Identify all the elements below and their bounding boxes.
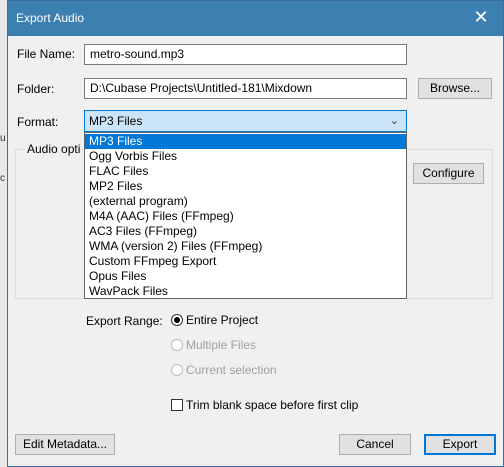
- entire-project-radio[interactable]: [171, 314, 183, 326]
- format-select[interactable]: MP3 Files ⌄: [84, 110, 407, 132]
- format-selected-value: MP3 Files: [89, 114, 143, 128]
- format-option[interactable]: Ogg Vorbis Files: [85, 149, 406, 164]
- edit-metadata-button[interactable]: Edit Metadata...: [15, 434, 115, 455]
- format-option[interactable]: MP2 Files: [85, 179, 406, 194]
- background-app-strip: u c: [0, 0, 7, 467]
- multiple-files-radio[interactable]: [171, 339, 183, 351]
- format-option[interactable]: Custom FFmpeg Export: [85, 254, 406, 269]
- format-option[interactable]: WMA (version 2) Files (FFmpeg): [85, 239, 406, 254]
- close-icon[interactable]: ✕: [459, 1, 503, 36]
- cancel-button[interactable]: Cancel: [339, 434, 411, 455]
- trim-blank-checkbox[interactable]: [171, 399, 183, 411]
- background-fragment: c: [0, 173, 5, 184]
- background-fragment: u: [0, 133, 6, 144]
- format-option[interactable]: FLAC Files: [85, 164, 406, 179]
- configure-button[interactable]: Configure: [413, 163, 484, 184]
- file-name-input[interactable]: metro-sound.mp3: [84, 44, 407, 65]
- format-option[interactable]: M4A (AAC) Files (FFmpeg): [85, 209, 406, 224]
- format-option[interactable]: MP3 Files: [85, 134, 406, 149]
- current-selection-label: Current selection: [186, 363, 277, 377]
- browse-button[interactable]: Browse...: [418, 78, 492, 99]
- format-option[interactable]: (external program): [85, 194, 406, 209]
- export-range-label: Export Range:: [86, 314, 163, 328]
- format-option[interactable]: Opus Files: [85, 269, 406, 284]
- export-audio-dialog: Export Audio ✕ File Name: metro-sound.mp…: [7, 0, 504, 467]
- folder-label: Folder:: [17, 82, 55, 96]
- file-name-label: File Name:: [17, 47, 76, 61]
- title-bar: Export Audio ✕: [8, 1, 503, 36]
- export-button[interactable]: Export: [424, 434, 496, 455]
- trim-blank-label: Trim blank space before first clip: [186, 398, 359, 412]
- multiple-files-label: Multiple Files: [186, 338, 257, 352]
- format-option[interactable]: AC3 Files (FFmpeg): [85, 224, 406, 239]
- format-dropdown-list: MP3 Files Ogg Vorbis Files FLAC Files MP2 F…: [84, 132, 407, 299]
- dialog-title: Export Audio: [16, 11, 85, 25]
- entire-project-label: Entire Project: [186, 313, 259, 327]
- format-option[interactable]: WavPack Files: [85, 284, 406, 299]
- audio-options-legend: Audio opti: [25, 142, 83, 156]
- format-label: Format:: [17, 115, 59, 129]
- chevron-down-icon: ⌄: [389, 115, 399, 127]
- folder-input[interactable]: D:\Cubase Projects\Untitled-181\Mixdown: [84, 78, 407, 99]
- current-selection-radio[interactable]: [171, 364, 183, 376]
